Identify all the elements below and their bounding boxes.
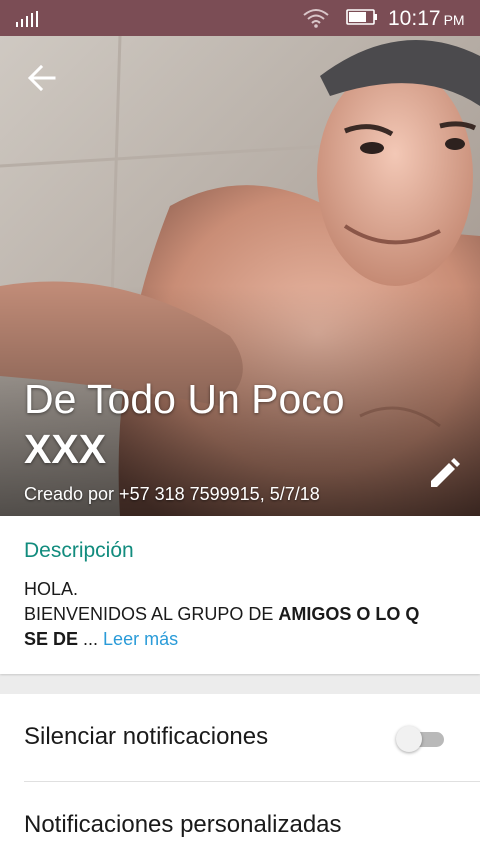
group-info-screen: 10:17 PM De Todo Un Poco XXX Creado por …	[0, 0, 480, 854]
battery-icon	[346, 9, 377, 25]
description-text[interactable]: HOLA. BIENVENIDOS AL GRUPO DE AMIGOS O L…	[24, 577, 464, 652]
description-line2-bold: AMIGOS O LO Q	[278, 604, 420, 624]
mute-notifications-toggle[interactable]	[396, 725, 448, 753]
back-arrow-icon[interactable]	[22, 58, 62, 98]
created-by-text: Creado por +57 318 7599915, 5/7/18	[24, 484, 320, 504]
clock-time: 10:17	[388, 7, 441, 30]
description-ellipsis: ...	[78, 629, 104, 649]
settings-card: Silenciar notificaciones Notificaciones …	[0, 694, 480, 854]
description-line3-bold: SE DE	[24, 629, 79, 649]
group-header: De Todo Un Poco XXX Creado por +57 318 7…	[0, 36, 480, 516]
description-card: Descripción HOLA. BIENVENIDOS AL GRUPO D…	[0, 516, 480, 674]
custom-notifications-row[interactable]: Notificaciones personalizadas	[0, 782, 480, 854]
read-more-link[interactable]: Leer más	[103, 629, 178, 649]
toggle-thumb	[396, 726, 422, 752]
clock: 10:17 PM	[388, 7, 465, 31]
group-title-line1: De Todo Un Poco	[24, 376, 345, 422]
mute-notifications-row[interactable]: Silenciar notificaciones	[0, 694, 480, 782]
custom-notifications-label: Notificaciones personalizadas	[24, 811, 342, 838]
group-title: De Todo Un Poco XXX	[24, 374, 404, 474]
pencil-icon[interactable]	[426, 456, 462, 492]
signal-icon	[16, 11, 38, 27]
wifi-icon	[303, 9, 329, 28]
group-title-line2: XXX	[24, 426, 107, 472]
description-line1: HOLA.	[24, 579, 79, 599]
description-heading: Descripción	[24, 539, 134, 562]
status-bar: 10:17 PM	[0, 0, 480, 36]
mute-notifications-label: Silenciar notificaciones	[24, 723, 269, 750]
description-line2-plain: BIENVENIDOS AL GRUPO DE	[24, 604, 279, 624]
clock-ampm: PM	[443, 12, 465, 28]
